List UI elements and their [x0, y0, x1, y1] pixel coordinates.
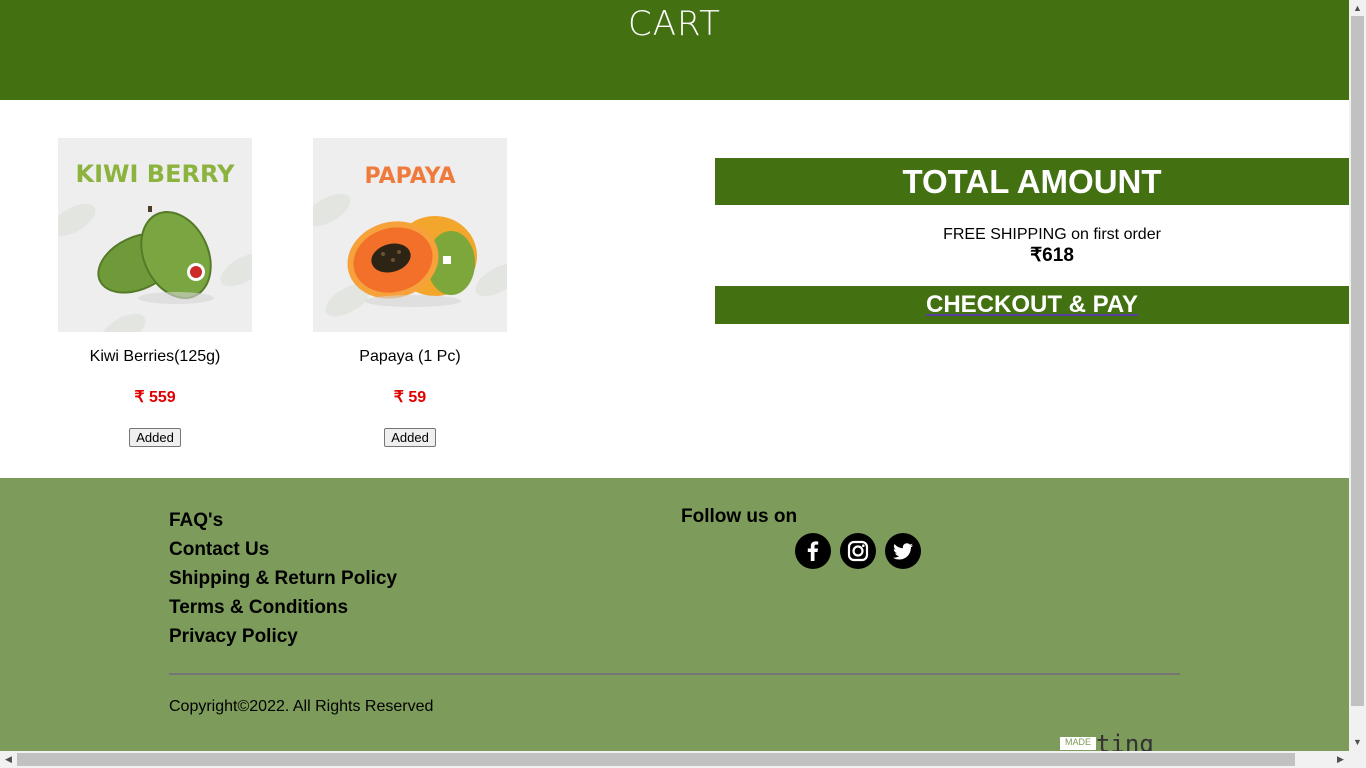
- product-image-kiwi[interactable]: KIWI BERRY: [58, 138, 252, 332]
- product-name: Papaya (1 Pc): [359, 348, 461, 365]
- horizontal-scrollbar[interactable]: ◀ ▶: [0, 751, 1366, 768]
- product-price: ₹ 59: [393, 389, 427, 406]
- page-header: CART: [0, 0, 1349, 100]
- twitter-icon[interactable]: [885, 533, 921, 569]
- page-title: CART: [628, 4, 721, 44]
- footer-link-contact[interactable]: Contact Us: [169, 535, 397, 564]
- scroll-down-icon[interactable]: ▼: [1349, 734, 1366, 751]
- added-button[interactable]: Added: [384, 428, 436, 447]
- made-logo-text: ting: [1096, 730, 1154, 751]
- footer-links: FAQ's Contact Us Shipping & Return Polic…: [169, 506, 397, 651]
- papaya-illustration: [347, 216, 477, 307]
- facebook-icon[interactable]: [795, 533, 831, 569]
- footer-divider: [169, 673, 1180, 675]
- footer-link-shipping-return[interactable]: Shipping & Return Policy: [169, 564, 397, 593]
- product-card-papaya: PAPAYA Papaya (1 Pc) ₹ 59 Added: [313, 138, 507, 447]
- total-amount-heading: TOTAL AMOUNT: [715, 158, 1349, 205]
- vertical-scroll-thumb[interactable]: [1351, 16, 1364, 706]
- kiwi-illustration: [97, 206, 214, 304]
- product-card-kiwi: KIWI BERRY Kiwi Berries(125g) ₹ 559 Adde…: [58, 138, 252, 447]
- checkout-pay-link[interactable]: CHECKOUT & PAY: [926, 291, 1138, 318]
- added-button[interactable]: Added: [129, 428, 181, 447]
- follow-us-label: Follow us on: [681, 506, 798, 527]
- total-amount-value: ₹618: [1030, 245, 1074, 266]
- vertical-scrollbar[interactable]: ▲ ▼: [1349, 0, 1366, 751]
- instagram-icon[interactable]: [840, 533, 876, 569]
- product-price: ₹ 559: [134, 389, 176, 406]
- scroll-right-icon[interactable]: ▶: [1332, 751, 1349, 768]
- footer-link-privacy[interactable]: Privacy Policy: [169, 622, 397, 651]
- shipping-note: FREE SHIPPING on first order: [943, 226, 1161, 243]
- copyright-text: Copyright©2022. All Rights Reserved: [169, 698, 434, 715]
- horizontal-scroll-thumb[interactable]: [17, 753, 1295, 766]
- scroll-up-icon[interactable]: ▲: [1349, 0, 1366, 17]
- footer-link-faq[interactable]: FAQ's: [169, 506, 397, 535]
- footer-link-terms[interactable]: Terms & Conditions: [169, 593, 397, 622]
- footer: FAQ's Contact Us Shipping & Return Polic…: [0, 478, 1349, 751]
- made-badge: MADE: [1060, 737, 1096, 750]
- product-image-papaya[interactable]: PAPAYA: [313, 138, 507, 332]
- checkout-bar: CHECKOUT & PAY: [715, 286, 1349, 324]
- scroll-left-icon[interactable]: ◀: [0, 751, 17, 768]
- product-name: Kiwi Berries(125g): [89, 348, 221, 365]
